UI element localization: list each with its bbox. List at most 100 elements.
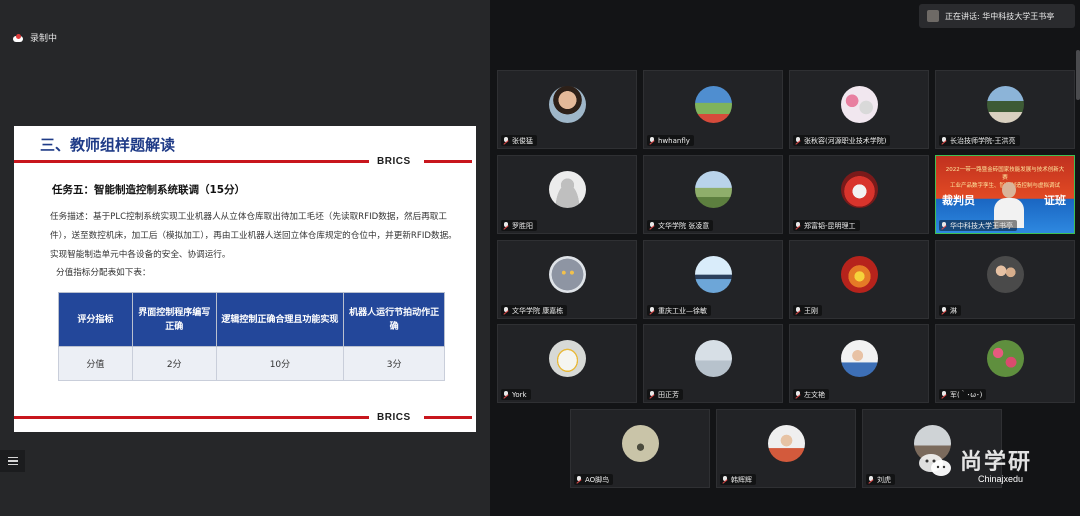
participant-tile[interactable]: York — [497, 324, 637, 403]
watermark: 尚学研 Chinajxedu — [918, 444, 1078, 496]
mic-muted-icon — [941, 221, 947, 230]
participant-avatar — [622, 425, 659, 462]
participant-tile[interactable]: AO脚鸟 — [570, 409, 710, 488]
participant-name-tag: 左文艳 — [793, 389, 829, 400]
mic-muted-icon — [649, 136, 655, 145]
recording-label: 录制中 — [30, 34, 58, 44]
allocation-label: 分值指标分配表如下表： — [56, 268, 151, 278]
mic-muted-icon — [941, 136, 947, 145]
participant-name-tag: hwhanfly — [647, 135, 694, 146]
mic-muted-icon — [941, 390, 947, 399]
participant-tile[interactable]: 张秋容(河源职业技术学院) — [789, 70, 929, 149]
mic-muted-icon — [795, 390, 801, 399]
participant-name-tag: 罗胜阳 — [501, 220, 537, 231]
video-gallery: 正在讲话: 华中科技大学王书亭 张俊猛 hwhanfly 张秋容(河源职业技术学… — [490, 0, 1080, 516]
default-avatar-icon — [549, 171, 586, 208]
mic-muted-icon — [649, 221, 655, 230]
presentation-slide: 三、教师组样题解读 BRICS 任务五：智能制造控制系统联调（15分） 任务描述… — [14, 126, 476, 432]
top-red-rule — [14, 160, 369, 163]
participant-avatar — [841, 256, 878, 293]
participant-name-tag: 田正芳 — [647, 389, 683, 400]
table-cell: 3分 — [343, 346, 445, 381]
participant-name-tag: 淋 — [939, 305, 961, 316]
top-red-rule-right — [424, 160, 472, 163]
mic-muted-icon — [795, 221, 801, 230]
participant-avatar — [768, 425, 805, 462]
recording-indicator[interactable]: 录制中 — [12, 31, 57, 44]
participant-tile[interactable]: 重庆工业—徐敏 — [643, 240, 783, 319]
cloud-record-icon — [12, 33, 24, 42]
participant-tile[interactable]: 长治技师学院-王洪亮 — [935, 70, 1075, 149]
participant-tile[interactable]: 王刚 — [789, 240, 929, 319]
table-cell: 10分 — [215, 346, 345, 381]
table-header: 逻辑控制正确合理且功能实现 — [215, 292, 345, 347]
mic-muted-icon — [795, 306, 801, 315]
participant-name-tag: AO脚鸟 — [574, 474, 614, 485]
table-header: 机器人运行节拍动作正确 — [343, 292, 445, 347]
participant-avatar — [987, 340, 1024, 377]
table-cell: 2分 — [131, 346, 217, 381]
participant-name-tag: 重庆工业—徐敏 — [647, 305, 711, 316]
participant-avatar — [549, 256, 586, 293]
participant-tile-active-speaker[interactable]: 2022一带一路暨金砖国家技能发展与技术创新大赛 工业产品数字孪生、智能制造控制与… — [935, 155, 1075, 234]
banner-big-text: 裁判员 — [942, 194, 975, 207]
table-header-row: 评分指标 界面控制程序编写正确 逻辑控制正确合理且功能实现 机器人运行节拍动作正… — [58, 292, 445, 347]
bottom-red-rule — [14, 416, 369, 419]
participant-name-tag: 刘虎 — [866, 474, 895, 485]
participant-name-tag: 张秋容(河源职业技术学院) — [793, 135, 891, 146]
mic-muted-icon — [649, 306, 655, 315]
table-header: 界面控制程序编写正确 — [131, 292, 217, 347]
participant-tile[interactable]: 郑富韬-昆明理工 — [789, 155, 929, 234]
participant-avatar — [987, 86, 1024, 123]
participant-name-tag: 文华学院 张凌意 — [647, 220, 714, 231]
speaker-avatar — [927, 10, 939, 22]
participant-tile[interactable]: 左文艳 — [789, 324, 929, 403]
speaking-indicator[interactable]: 正在讲话: 华中科技大学王书亭 — [919, 4, 1075, 28]
table-cell: 分值 — [58, 346, 133, 381]
participant-tile[interactable]: 张俊猛 — [497, 70, 637, 149]
brics-logo-bottom: BRICS — [377, 412, 411, 423]
participant-avatar — [549, 86, 586, 123]
mic-muted-icon — [503, 136, 509, 145]
table-row: 分值 2分 10分 3分 — [58, 346, 445, 381]
participant-name-tag: 华中科技大学王书亭 — [939, 220, 1017, 231]
watermark-cn: 尚学研 — [960, 450, 1033, 475]
participant-avatar — [695, 256, 732, 293]
participant-avatar — [549, 340, 586, 377]
participant-name-tag: 郑富韬-昆明理工 — [793, 220, 860, 231]
participant-tile[interactable]: 文华学院 康嘉栋 — [497, 240, 637, 319]
task-title: 任务五：智能制造控制系统联调（15分） — [52, 184, 246, 196]
task-description: 任务描述：基于PLC控制系统实现工业机器人从立体仓库取出待加工毛坯（先读取RFI… — [50, 212, 457, 260]
mic-muted-icon — [503, 221, 509, 230]
participant-tile[interactable]: 文华学院 张凌意 — [643, 155, 783, 234]
participant-tile[interactable]: 田正芳 — [643, 324, 783, 403]
participant-tile[interactable]: 韩辉辉 — [716, 409, 856, 488]
wechat-logo-icon — [919, 454, 951, 476]
participant-name-tag: 王刚 — [793, 305, 822, 316]
participant-tile[interactable]: 罗胜阳 — [497, 155, 637, 234]
speaking-text: 正在讲话: 华中科技大学王书亭 — [945, 11, 1055, 21]
participant-name-tag: 张俊猛 — [501, 135, 537, 146]
mic-muted-icon — [649, 390, 655, 399]
participant-avatar — [695, 171, 732, 208]
participant-tile[interactable]: hwhanfly — [643, 70, 783, 149]
bottom-red-rule-right — [424, 416, 472, 419]
shared-screen-area: 录制中 三、教师组样题解读 BRICS 任务五：智能制造控制系统联调（15分） … — [0, 0, 490, 516]
banner-big-text: 证班 — [1044, 194, 1066, 207]
mic-muted-icon — [795, 136, 801, 145]
gallery-scrollbar[interactable] — [1076, 50, 1080, 100]
participant-avatar — [841, 340, 878, 377]
participant-name-tag: York — [501, 389, 531, 400]
participant-name-tag: 韩辉辉 — [720, 474, 756, 485]
mic-muted-icon — [722, 475, 728, 484]
list-menu-icon[interactable] — [0, 450, 25, 472]
mic-muted-icon — [941, 306, 947, 315]
participant-tile[interactable]: 淋 — [935, 240, 1075, 319]
participant-name-tag: 文华学院 康嘉栋 — [501, 305, 568, 316]
participant-avatar — [841, 171, 878, 208]
participant-name-tag: 军(｀･ω･) — [939, 389, 987, 400]
participant-tile[interactable]: 军(｀･ω･) — [935, 324, 1075, 403]
participant-avatar — [695, 86, 732, 123]
slide-title: 三、教师组样题解读 — [40, 136, 176, 154]
watermark-en: Chinajxedu — [978, 474, 1024, 484]
